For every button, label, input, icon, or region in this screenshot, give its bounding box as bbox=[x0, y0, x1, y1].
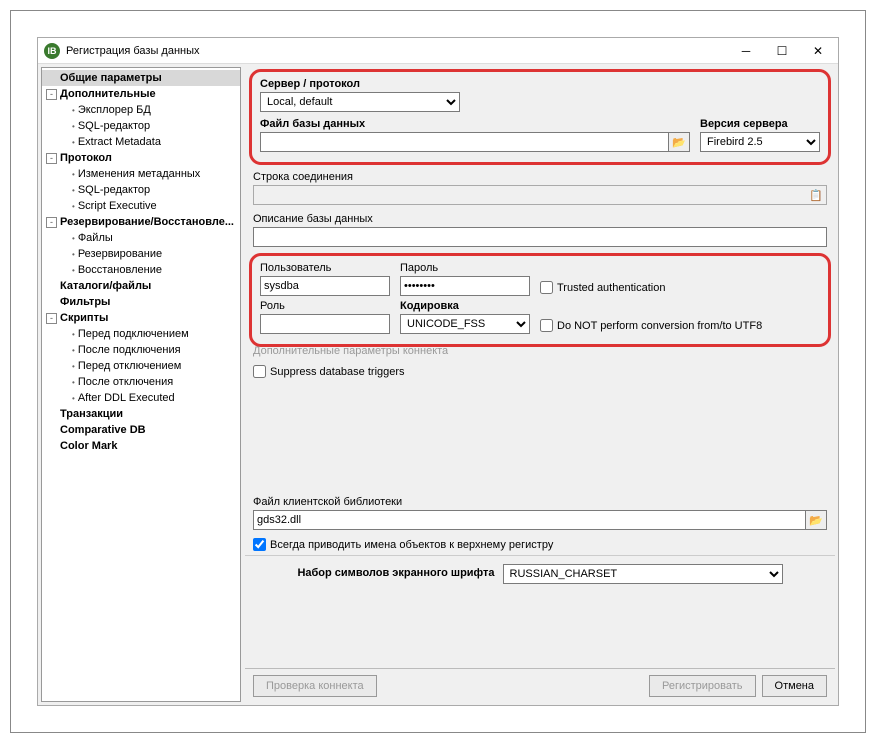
client-lib-input[interactable] bbox=[253, 510, 805, 530]
bullet-icon: • bbox=[72, 394, 75, 403]
tree-item-extract-metadata[interactable]: •Extract Metadata bbox=[42, 134, 240, 150]
db-file-input[interactable] bbox=[260, 132, 668, 152]
tree-item-after-connect[interactable]: •После подключения bbox=[42, 342, 240, 358]
sidebar-tree[interactable]: Общие параметры -Дополнительные •Эксплор… bbox=[41, 67, 241, 702]
bullet-icon: • bbox=[72, 122, 75, 131]
tree-item-db-explorer[interactable]: •Эксплорер БД bbox=[42, 102, 240, 118]
titlebar: IB Регистрация базы данных ─ ☐ ✕ bbox=[38, 38, 838, 64]
collapse-icon[interactable]: - bbox=[46, 313, 57, 324]
label-connection-string: Строка соединения bbox=[253, 171, 827, 183]
label-uppercase: Всегда приводить имена объектов к верхне… bbox=[270, 539, 553, 551]
window-title: Регистрация базы данных bbox=[66, 45, 728, 57]
label-password: Пароль bbox=[400, 262, 530, 274]
tree-item-after-disconnect[interactable]: •После отключения bbox=[42, 374, 240, 390]
bullet-icon: • bbox=[72, 202, 75, 211]
cancel-button[interactable]: Отмена bbox=[762, 675, 827, 697]
tree-item-sql-editor[interactable]: •SQL-редактор bbox=[42, 118, 240, 134]
tree-item-metadata-changes[interactable]: •Изменения метаданных bbox=[42, 166, 240, 182]
highlight-auth: Пользователь Пароль Trusted authenticati… bbox=[249, 253, 831, 347]
bullet-icon: • bbox=[72, 266, 75, 275]
label-db-file: Файл базы данных bbox=[260, 118, 690, 130]
tree-item-scripts[interactable]: -Скрипты bbox=[42, 310, 240, 326]
label-trusted-auth: Trusted authentication bbox=[557, 282, 665, 294]
bullet-icon: • bbox=[72, 138, 75, 147]
bullet-icon: • bbox=[72, 170, 75, 179]
dialog-window: IB Регистрация базы данных ─ ☐ ✕ Общие п… bbox=[37, 37, 839, 706]
tree-item-protocol[interactable]: -Протокол bbox=[42, 150, 240, 166]
app-icon: IB bbox=[44, 43, 60, 59]
utf8-checkbox[interactable] bbox=[540, 319, 553, 332]
bullet-icon: • bbox=[72, 362, 75, 371]
tree-item-transactions[interactable]: Транзакции bbox=[42, 406, 240, 422]
suppress-triggers-checkbox[interactable] bbox=[253, 365, 266, 378]
role-input[interactable] bbox=[260, 314, 390, 334]
bullet-icon: • bbox=[72, 330, 75, 339]
label-server-version: Версия сервера bbox=[700, 118, 820, 130]
label-suppress-triggers: Suppress database triggers bbox=[270, 366, 405, 378]
label-charset: Набор символов экранного шрифта bbox=[297, 567, 494, 579]
collapse-icon[interactable]: - bbox=[46, 153, 57, 164]
connection-string-display: 📋 bbox=[253, 185, 827, 205]
tree-item-catalogs[interactable]: Каталоги/файлы bbox=[42, 278, 240, 294]
maximize-button[interactable]: ☐ bbox=[764, 39, 800, 63]
tree-item-sql-editor-2[interactable]: •SQL-редактор bbox=[42, 182, 240, 198]
label-client-lib: Файл клиентской библиотеки bbox=[253, 496, 827, 508]
tree-item-general[interactable]: Общие параметры bbox=[42, 70, 240, 86]
tree-item-backup-restore[interactable]: -Резервирование/Восстановле... bbox=[42, 214, 240, 230]
label-server-protocol: Сервер / протокол bbox=[260, 78, 820, 90]
register-button[interactable]: Регистрировать bbox=[649, 675, 756, 697]
copy-icon[interactable]: 📋 bbox=[809, 189, 823, 202]
tree-item-script-executive[interactable]: •Script Executive bbox=[42, 198, 240, 214]
tree-item-additional[interactable]: -Дополнительные bbox=[42, 86, 240, 102]
label-db-description: Описание базы данных bbox=[253, 213, 827, 225]
footer: Проверка коннекта Регистрировать Отмена bbox=[245, 668, 835, 702]
bullet-icon: • bbox=[72, 378, 75, 387]
collapse-icon[interactable]: - bbox=[46, 89, 57, 100]
label-user: Пользователь bbox=[260, 262, 390, 274]
bullet-icon: • bbox=[72, 106, 75, 115]
browse-lib-button[interactable]: 📂 bbox=[805, 510, 827, 530]
label-encoding: Кодировка bbox=[400, 300, 530, 312]
tree-item-after-ddl[interactable]: •After DDL Executed bbox=[42, 390, 240, 406]
tree-item-files[interactable]: •Файлы bbox=[42, 230, 240, 246]
tree-item-colormark[interactable]: Color Mark bbox=[42, 438, 240, 454]
db-description-input[interactable] bbox=[253, 227, 827, 247]
folder-icon: 📂 bbox=[672, 136, 686, 149]
bullet-icon: • bbox=[72, 234, 75, 243]
bullet-icon: • bbox=[72, 186, 75, 195]
label-additional-params: Дополнительные параметры коннекта bbox=[253, 345, 827, 357]
tree-item-comparative[interactable]: Comparative DB bbox=[42, 422, 240, 438]
tree-item-before-connect[interactable]: •Перед подключением bbox=[42, 326, 240, 342]
bullet-icon: • bbox=[72, 250, 75, 259]
trusted-auth-checkbox[interactable] bbox=[540, 281, 553, 294]
label-utf8: Do NOT perform conversion from/to UTF8 bbox=[557, 320, 762, 332]
minimize-button[interactable]: ─ bbox=[728, 39, 764, 63]
bullet-icon: • bbox=[72, 346, 75, 355]
folder-icon: 📂 bbox=[809, 514, 823, 527]
browse-button[interactable]: 📂 bbox=[668, 132, 690, 152]
password-input[interactable] bbox=[400, 276, 530, 296]
test-connection-button[interactable]: Проверка коннекта bbox=[253, 675, 377, 697]
tree-item-before-disconnect[interactable]: •Перед отключением bbox=[42, 358, 240, 374]
collapse-icon[interactable]: - bbox=[46, 217, 57, 228]
tree-item-backup[interactable]: •Резервирование bbox=[42, 246, 240, 262]
server-version-select[interactable]: Firebird 2.5 bbox=[700, 132, 820, 152]
tree-item-restore[interactable]: •Восстановление bbox=[42, 262, 240, 278]
uppercase-checkbox[interactable] bbox=[253, 538, 266, 551]
close-button[interactable]: ✕ bbox=[800, 39, 836, 63]
label-role: Роль bbox=[260, 300, 390, 312]
charset-select[interactable]: RUSSIAN_CHARSET bbox=[503, 564, 783, 584]
tree-item-filters[interactable]: Фильтры bbox=[42, 294, 240, 310]
highlight-server: Сервер / протокол Local, default Файл ба… bbox=[249, 69, 831, 165]
encoding-select[interactable]: UNICODE_FSS bbox=[400, 314, 530, 334]
server-protocol-select[interactable]: Local, default bbox=[260, 92, 460, 112]
user-input[interactable] bbox=[260, 276, 390, 296]
